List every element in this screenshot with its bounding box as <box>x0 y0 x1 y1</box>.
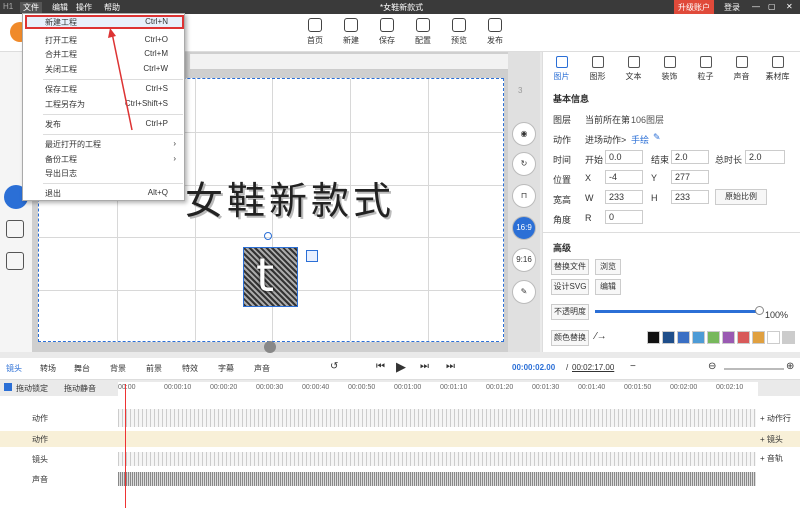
current-time: 00:00:02.00 <box>512 363 556 372</box>
zoom-out-icon[interactable]: ⊖ <box>708 361 716 372</box>
ruler-tick: 00:00:20 <box>210 384 238 391</box>
tl-tab-camera[interactable]: 镜头 <box>6 363 22 374</box>
zoom-in-icon[interactable]: ⊕ <box>786 361 794 372</box>
play-icon[interactable]: ▶ <box>396 359 406 375</box>
ruler-tick: 00:00:50 <box>348 384 376 391</box>
track-row-action-sub[interactable]: 动作 <box>0 431 800 447</box>
ruler-tick: 00:00:30 <box>256 384 284 391</box>
mute-label: 拖动静音 <box>64 384 96 393</box>
ruler-tick: 00:01:00 <box>394 384 422 391</box>
tl-tab-subtitle[interactable]: 字幕 <box>218 363 234 374</box>
action-track-strip[interactable] <box>118 409 756 427</box>
ruler-tick: 00:01:50 <box>624 384 652 391</box>
lock-label: 拖动锁定 <box>16 384 48 393</box>
ruler-tick: 00:02:00 <box>670 384 698 391</box>
playhead[interactable] <box>125 384 126 508</box>
timeline-ruler[interactable]: 00:00 00:00:10 00:00:20 00:00:30 00:00:40 00:… <box>118 382 758 396</box>
next-icon[interactable]: ⏭ <box>420 361 429 372</box>
tl-tab-stage[interactable]: 舞台 <box>74 363 90 374</box>
ruler-tick: 00:02:10 <box>716 384 744 391</box>
add-action-row-button[interactable]: + 动作行 <box>760 413 791 424</box>
ruler-tick: 00:01:40 <box>578 384 606 391</box>
ruler-tick: 00:00:10 <box>164 384 192 391</box>
ruler-tick: 00:01:30 <box>532 384 560 391</box>
ruler-tick: 00:00 <box>118 384 136 391</box>
add-track-button[interactable]: + 音轨 <box>760 453 783 464</box>
tl-tab-background[interactable]: 背景 <box>110 363 126 374</box>
timeline-tracks: 拖动锁定 拖动静音 动作 动作 镜头 声音 + 动作行 + 镜头 + 音轨 <box>0 383 800 513</box>
prev-icon[interactable]: ⏮ <box>376 361 385 372</box>
end-icon[interactable]: ⏭ <box>446 361 455 372</box>
add-camera-button[interactable]: + 镜头 <box>760 434 783 445</box>
minus-icon[interactable]: − <box>630 361 636 372</box>
ruler-tick: 00:01:20 <box>486 384 514 391</box>
sound-waveform[interactable] <box>118 472 756 486</box>
tl-tab-transition[interactable]: 转场 <box>40 363 56 374</box>
ruler-tick: 00:01:10 <box>440 384 468 391</box>
total-time[interactable]: 00:02:17.00 <box>572 363 614 372</box>
camera-track-strip[interactable] <box>118 452 756 466</box>
lock-checkbox[interactable] <box>4 383 12 391</box>
ruler-tick: 00:00:40 <box>302 384 330 391</box>
zoom-slider[interactable] <box>724 368 784 370</box>
timeline-toolbar: 镜头 转场 舞台 背景 前景 特效 字幕 声音 ↺ ⏮ ▶ ⏭ ⏭ 00:00:… <box>0 358 800 380</box>
tl-tab-effect[interactable]: 特效 <box>182 363 198 374</box>
tl-tab-sound[interactable]: 声音 <box>254 363 270 374</box>
tl-tab-foreground[interactable]: 前景 <box>146 363 162 374</box>
rewind-icon[interactable]: ↺ <box>330 361 338 372</box>
